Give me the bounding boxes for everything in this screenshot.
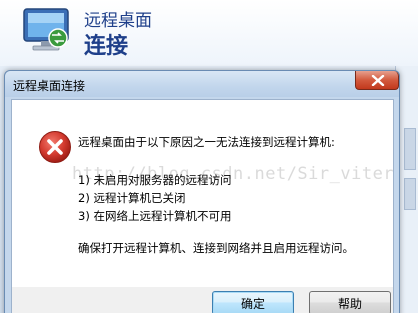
dialog-title: 远程桌面连接 (13, 79, 86, 93)
background-scroll-element (404, 128, 416, 170)
error-dialog: 远程桌面连接 http://blog.csdn.net/Sir_viter 远程… (4, 70, 400, 313)
reason-item: 3) 在网络上远程计算机不可用 (78, 209, 232, 223)
dialog-body: http://blog.csdn.net/Sir_viter 远程桌面由于以下原… (11, 99, 394, 289)
reason-item: 1) 未启用对服务器的远程访问 (78, 173, 232, 187)
background-scroll-element (404, 178, 416, 210)
close-icon (371, 75, 385, 86)
ok-button[interactable]: 确定 (212, 291, 294, 313)
error-message: 远程桌面由于以下原因之一无法连接到远程计算机: (78, 135, 335, 149)
advice-text: 确保打开远程计算机、连接到网络并且启用远程访问。 (78, 241, 354, 255)
app-header: 远程桌面 连接 (0, 0, 418, 66)
app-title: 连接 (84, 34, 129, 59)
help-button[interactable]: 帮助 (309, 291, 391, 313)
dialog-titlebar[interactable]: 远程桌面连接 (5, 71, 399, 97)
reason-item: 2) 远程计算机已关闭 (78, 191, 186, 205)
remote-desktop-monitor-icon (18, 6, 74, 56)
error-icon (38, 130, 72, 164)
dialog-footer: 确定 帮助 (11, 287, 394, 313)
close-button[interactable] (355, 71, 399, 90)
